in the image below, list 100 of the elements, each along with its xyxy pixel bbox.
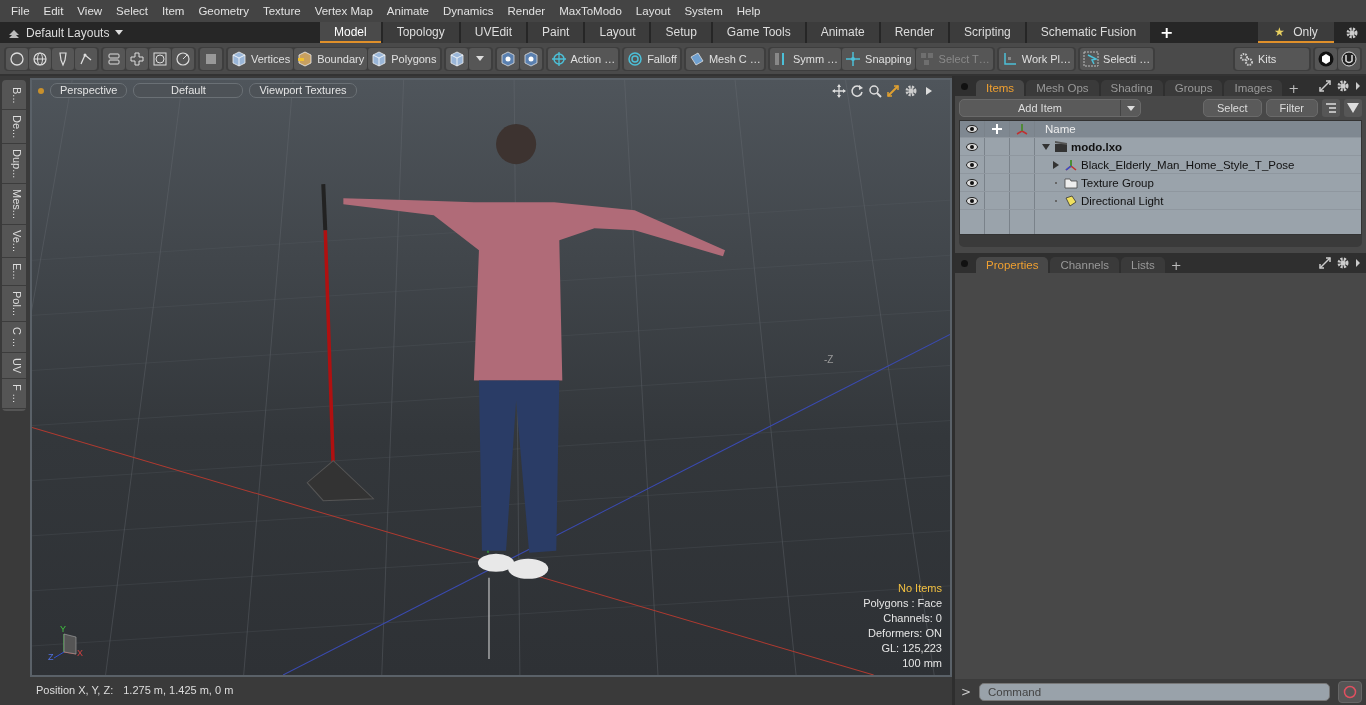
layout-tab[interactable]: Topology xyxy=(382,22,459,43)
tool-button[interactable]: Falloff xyxy=(624,47,680,70)
add-tab-button[interactable]: + xyxy=(1284,81,1304,96)
menu-item[interactable]: Vertex Map xyxy=(307,5,380,17)
tool-button[interactable] xyxy=(6,47,28,70)
tool-button[interactable] xyxy=(29,47,51,70)
settings-icon[interactable] xyxy=(1336,79,1350,93)
eye-icon[interactable] xyxy=(966,141,978,152)
tool-button[interactable]: Mesh C … xyxy=(685,47,764,70)
tool-button[interactable]: Polygons xyxy=(368,47,440,70)
tool-button[interactable]: Vertices xyxy=(228,47,294,70)
tool-button[interactable] xyxy=(1338,47,1360,70)
menu-item[interactable]: System xyxy=(677,5,730,17)
add-tab-button[interactable]: + xyxy=(1152,22,1182,43)
item-row[interactable]: Directional Light xyxy=(960,192,1361,210)
menu-item[interactable]: Dynamics xyxy=(436,5,501,17)
command-field[interactable]: Command xyxy=(979,683,1330,701)
eye-icon[interactable] xyxy=(966,195,978,206)
panel-button[interactable]: Filter xyxy=(1265,99,1318,117)
settings-icon[interactable] xyxy=(1336,256,1350,270)
side-tab[interactable]: De... xyxy=(2,109,26,144)
panel-tab[interactable]: Groups xyxy=(1164,80,1223,96)
caret-icon[interactable] xyxy=(115,30,124,35)
menu-item[interactable]: File xyxy=(4,5,37,17)
arrow-icon[interactable] xyxy=(1354,80,1362,92)
layout-tab[interactable]: Setup xyxy=(651,22,711,43)
rotate-icon[interactable] xyxy=(850,84,864,98)
panel-tab[interactable]: Channels xyxy=(1050,257,1119,273)
settings-icon[interactable] xyxy=(1345,25,1359,40)
menu-item[interactable]: Help xyxy=(729,5,768,17)
side-tab[interactable]: C ... xyxy=(2,321,26,353)
menu-item[interactable]: View xyxy=(70,5,110,17)
record-button[interactable] xyxy=(1338,681,1362,703)
layout-tab[interactable]: Layout xyxy=(585,22,650,43)
tool-button[interactable] xyxy=(1315,47,1337,70)
tool-button[interactable] xyxy=(496,47,519,70)
viewport-button[interactable]: Default xyxy=(133,83,244,98)
menu-item[interactable]: MaxToModo xyxy=(552,5,629,17)
only-toggle[interactable]: ★ Only xyxy=(1258,22,1334,43)
eye-icon[interactable] xyxy=(966,159,978,170)
panel-tab[interactable]: Images xyxy=(1224,80,1283,96)
layout-tab[interactable]: Paint xyxy=(528,22,584,43)
panel-tab[interactable]: Items xyxy=(976,80,1025,96)
tool-button[interactable] xyxy=(52,47,74,70)
filter-button[interactable] xyxy=(1344,99,1362,117)
layout-tab[interactable]: UVEdit xyxy=(460,22,527,43)
tool-button[interactable]: Action … xyxy=(547,47,619,70)
panel-tab[interactable]: Shading xyxy=(1100,80,1163,96)
tool-button[interactable]: Symm … xyxy=(769,47,842,70)
side-tab[interactable]: B... xyxy=(2,82,26,110)
dropdown-button[interactable] xyxy=(468,47,491,70)
add-tab-button[interactable]: + xyxy=(1166,258,1186,273)
menu-item[interactable]: Render xyxy=(500,5,553,17)
layout-tab[interactable]: Game Tools xyxy=(712,22,805,43)
tool-button[interactable] xyxy=(445,47,468,70)
layout-tab[interactable]: Scripting xyxy=(950,22,1025,43)
side-tab[interactable]: Ve... xyxy=(2,225,26,259)
tool-button[interactable]: Kits xyxy=(1235,47,1309,70)
menu-item[interactable]: Texture xyxy=(255,5,308,17)
maximize-icon[interactable] xyxy=(1318,256,1332,270)
side-tab[interactable]: E... xyxy=(2,258,26,286)
layout-tab[interactable]: Animate xyxy=(806,22,879,43)
tool-button[interactable]: Boundary xyxy=(294,47,368,70)
menu-item[interactable]: Animate xyxy=(379,5,436,17)
side-tab[interactable]: Pol... xyxy=(2,285,26,322)
viewport-button[interactable]: Perspective xyxy=(50,83,128,98)
tool-button[interactable]: Selecti … xyxy=(1080,47,1154,70)
panel-tab[interactable]: Lists xyxy=(1121,257,1165,273)
layout-tab[interactable]: Render xyxy=(880,22,949,43)
collapsed-arrow-icon[interactable] xyxy=(1051,159,1061,170)
eye-icon[interactable] xyxy=(966,177,978,188)
settings-icon[interactable] xyxy=(904,84,918,98)
add-item-dropdown[interactable]: Add Item xyxy=(959,99,1141,117)
arrow-icon[interactable] xyxy=(1354,257,1362,269)
menu-item[interactable]: Edit xyxy=(36,5,71,17)
item-row[interactable]: Texture Group xyxy=(960,174,1361,192)
panel-tab[interactable]: Mesh Ops xyxy=(1026,80,1099,96)
tool-button[interactable]: Snapping xyxy=(842,47,915,70)
menu-item[interactable]: Item xyxy=(155,5,192,17)
expanded-arrow-icon[interactable] xyxy=(1041,141,1051,152)
menu-item[interactable]: Select xyxy=(109,5,156,17)
menu-item[interactable]: Geometry xyxy=(191,5,256,17)
side-tab[interactable]: UV xyxy=(2,352,26,380)
menu-item[interactable]: Layout xyxy=(628,5,678,17)
list-view-button[interactable] xyxy=(1322,99,1340,117)
panel-tab[interactable]: Properties xyxy=(976,257,1049,273)
layout-tab[interactable]: Schematic Fusion xyxy=(1026,22,1151,43)
move-icon[interactable] xyxy=(832,84,846,98)
tool-button[interactable] xyxy=(75,47,97,70)
maximize-icon[interactable] xyxy=(1318,79,1332,93)
side-tab[interactable]: Dup... xyxy=(2,143,26,185)
tool-button[interactable] xyxy=(519,47,542,70)
tool-button[interactable]: Work Pl… xyxy=(998,47,1075,70)
panel-button[interactable]: Select xyxy=(1202,99,1262,117)
search-icon[interactable] xyxy=(868,84,882,98)
item-row[interactable]: Black_Elderly_Man_Home_Style_T_Pose xyxy=(960,156,1361,174)
3d-viewport[interactable]: Perspective Default Viewport Textures -Z Y Z X No Items Polygons : Face Channels: 0 Deformers: ON GL: 125,223 100 mm xyxy=(30,78,952,677)
layout-tab[interactable]: Model xyxy=(320,22,381,43)
tool-button[interactable] xyxy=(172,47,194,70)
item-row[interactable]: modo.lxo xyxy=(960,138,1361,156)
